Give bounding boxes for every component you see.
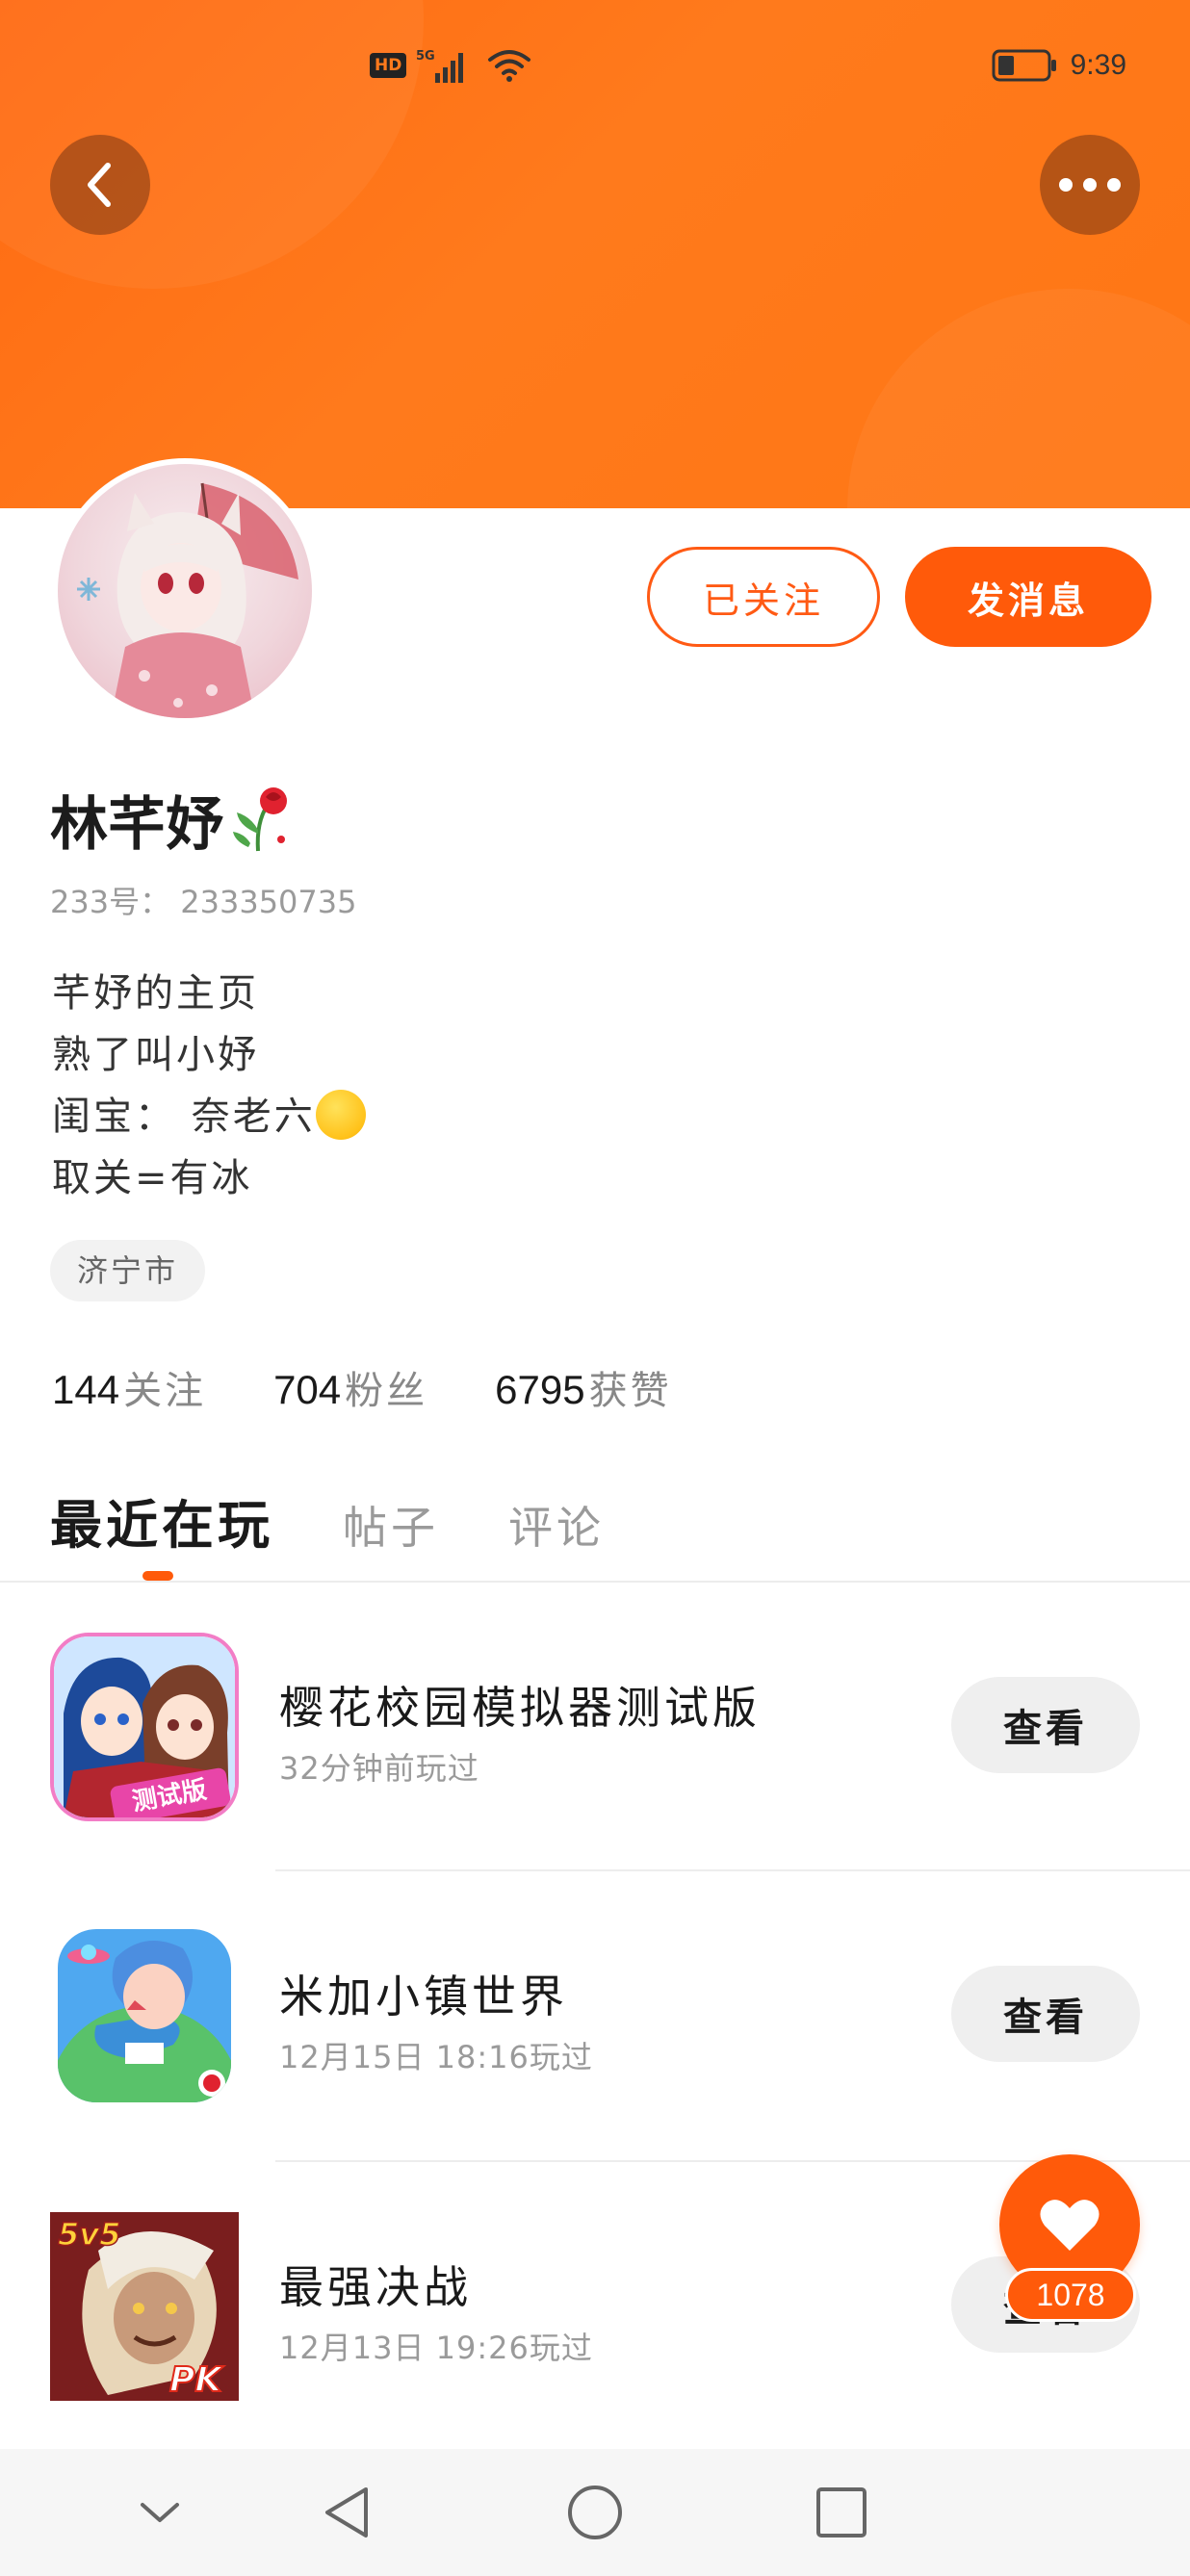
wifi-icon — [488, 50, 531, 82]
bio-line: 熟了叫小妤 — [52, 1033, 259, 1077]
hd-badge: HD — [370, 53, 407, 78]
following-button[interactable]: 已关注 — [647, 547, 880, 647]
back-button[interactable] — [50, 135, 150, 235]
status-bar-right: 9:39 — [992, 46, 1126, 85]
view-game-button[interactable]: 查看 — [951, 1677, 1140, 1773]
collapse-nav-button[interactable] — [125, 2478, 194, 2547]
sakura-school-art: 测试版 — [54, 1636, 235, 1817]
bio-line: 闺宝： 奈老六 — [52, 1086, 366, 1147]
likes-count: 6795 — [495, 1367, 585, 1412]
profile-name-text: 林芊妤 — [50, 791, 223, 859]
view-game-button[interactable]: 查看 — [951, 1966, 1140, 2062]
tab-comments[interactable]: 评论 — [508, 1493, 605, 1557]
rose-icon — [233, 786, 287, 851]
avatar-illustration — [77, 482, 298, 718]
chevron-left-icon — [88, 163, 111, 207]
triangle-back-icon — [325, 2487, 368, 2537]
chevron-down-icon — [141, 2503, 179, 2522]
status-bar-left: HD 5G — [370, 46, 531, 85]
pk-badge: PK — [169, 2360, 224, 2400]
more-options-button[interactable] — [1040, 135, 1140, 235]
following-count: 144 — [52, 1367, 120, 1412]
fans-count: 704 — [273, 1367, 342, 1412]
fans-label: 粉丝 — [345, 1369, 428, 1413]
following-stat[interactable]: 144 关注 — [52, 1359, 206, 1415]
profile-name: 林芊妤 — [50, 778, 295, 862]
more-dots-icon — [1059, 178, 1121, 192]
avatar[interactable] — [52, 458, 318, 724]
likes-label: 获赞 — [588, 1369, 672, 1413]
sakura-school-icon: 测试版 — [50, 1633, 239, 1821]
heart-icon — [1040, 2200, 1099, 2251]
game-last-played: 32分钟前玩过 — [279, 1750, 479, 1787]
profile-stats: 144 关注 704 粉丝 6795 获赞 — [52, 1359, 672, 1415]
game-name: 米加小镇世界 — [279, 1971, 568, 2022]
5v5-badge: 5v5 — [58, 2216, 120, 2253]
battery-icon — [992, 49, 1056, 82]
tab-active-indicator — [142, 1571, 173, 1581]
strongest-battle-art: 5v5 PK — [50, 2212, 239, 2401]
game-name: 樱花校园模拟器测试版 — [279, 1682, 761, 1734]
nav-recents-button[interactable] — [807, 2478, 876, 2547]
send-message-button[interactable]: 发消息 — [905, 547, 1151, 647]
nav-back-button[interactable] — [312, 2478, 381, 2547]
game-list-item[interactable]: 米加小镇世界 12月15日 18:16玩过 查看 — [0, 1869, 1190, 2158]
tab-recently-played[interactable]: 最近在玩 — [50, 1482, 273, 1558]
miga-town-art — [58, 1929, 231, 2102]
following-label: 关注 — [123, 1369, 207, 1413]
likes-stat[interactable]: 6795 获赞 — [495, 1359, 671, 1415]
game-last-played: 12月13日 19:26玩过 — [279, 2330, 593, 2366]
fans-stat[interactable]: 704 粉丝 — [273, 1359, 427, 1415]
miga-town-icon — [58, 1929, 231, 2102]
user-id: 233号： 233350735 — [50, 884, 357, 920]
status-bar: HD 5G 9:39 — [0, 0, 1190, 135]
circle-home-icon — [568, 2486, 622, 2539]
network-type-label: 5G — [416, 49, 435, 64]
location-tag: 济宁市 — [50, 1240, 206, 1301]
signal-icon: 5G — [416, 49, 464, 83]
bio-line-text: 闺宝： 奈老六 — [52, 1095, 316, 1139]
game-last-played: 12月15日 18:16玩过 — [279, 2039, 593, 2075]
banner-decoration — [847, 289, 1190, 508]
profile-tabs: 最近在玩 帖子 评论 — [50, 1482, 605, 1558]
clock: 9:39 — [1070, 49, 1126, 81]
nav-home-button[interactable] — [560, 2478, 630, 2547]
game-list-item[interactable]: 测试版 樱花校园模拟器测试版 32分钟前玩过 查看 — [0, 1581, 1190, 1869]
strongest-battle-icon: 5v5 PK — [50, 2212, 239, 2401]
system-navigation-bar — [0, 2449, 1190, 2576]
like-count: 1078 — [1005, 2268, 1136, 2322]
profile-bio: 芊妤的主页 熟了叫小妤 闺宝： 奈老六 取关=有冰 — [52, 963, 366, 1209]
square-recents-icon — [816, 2487, 867, 2537]
bio-line: 芊妤的主页 — [52, 971, 259, 1016]
smirk-emoji-icon — [315, 1090, 366, 1140]
game-name: 最强决战 — [279, 2261, 472, 2313]
tab-posts[interactable]: 帖子 — [343, 1493, 439, 1557]
bio-line: 取关=有冰 — [52, 1156, 253, 1200]
